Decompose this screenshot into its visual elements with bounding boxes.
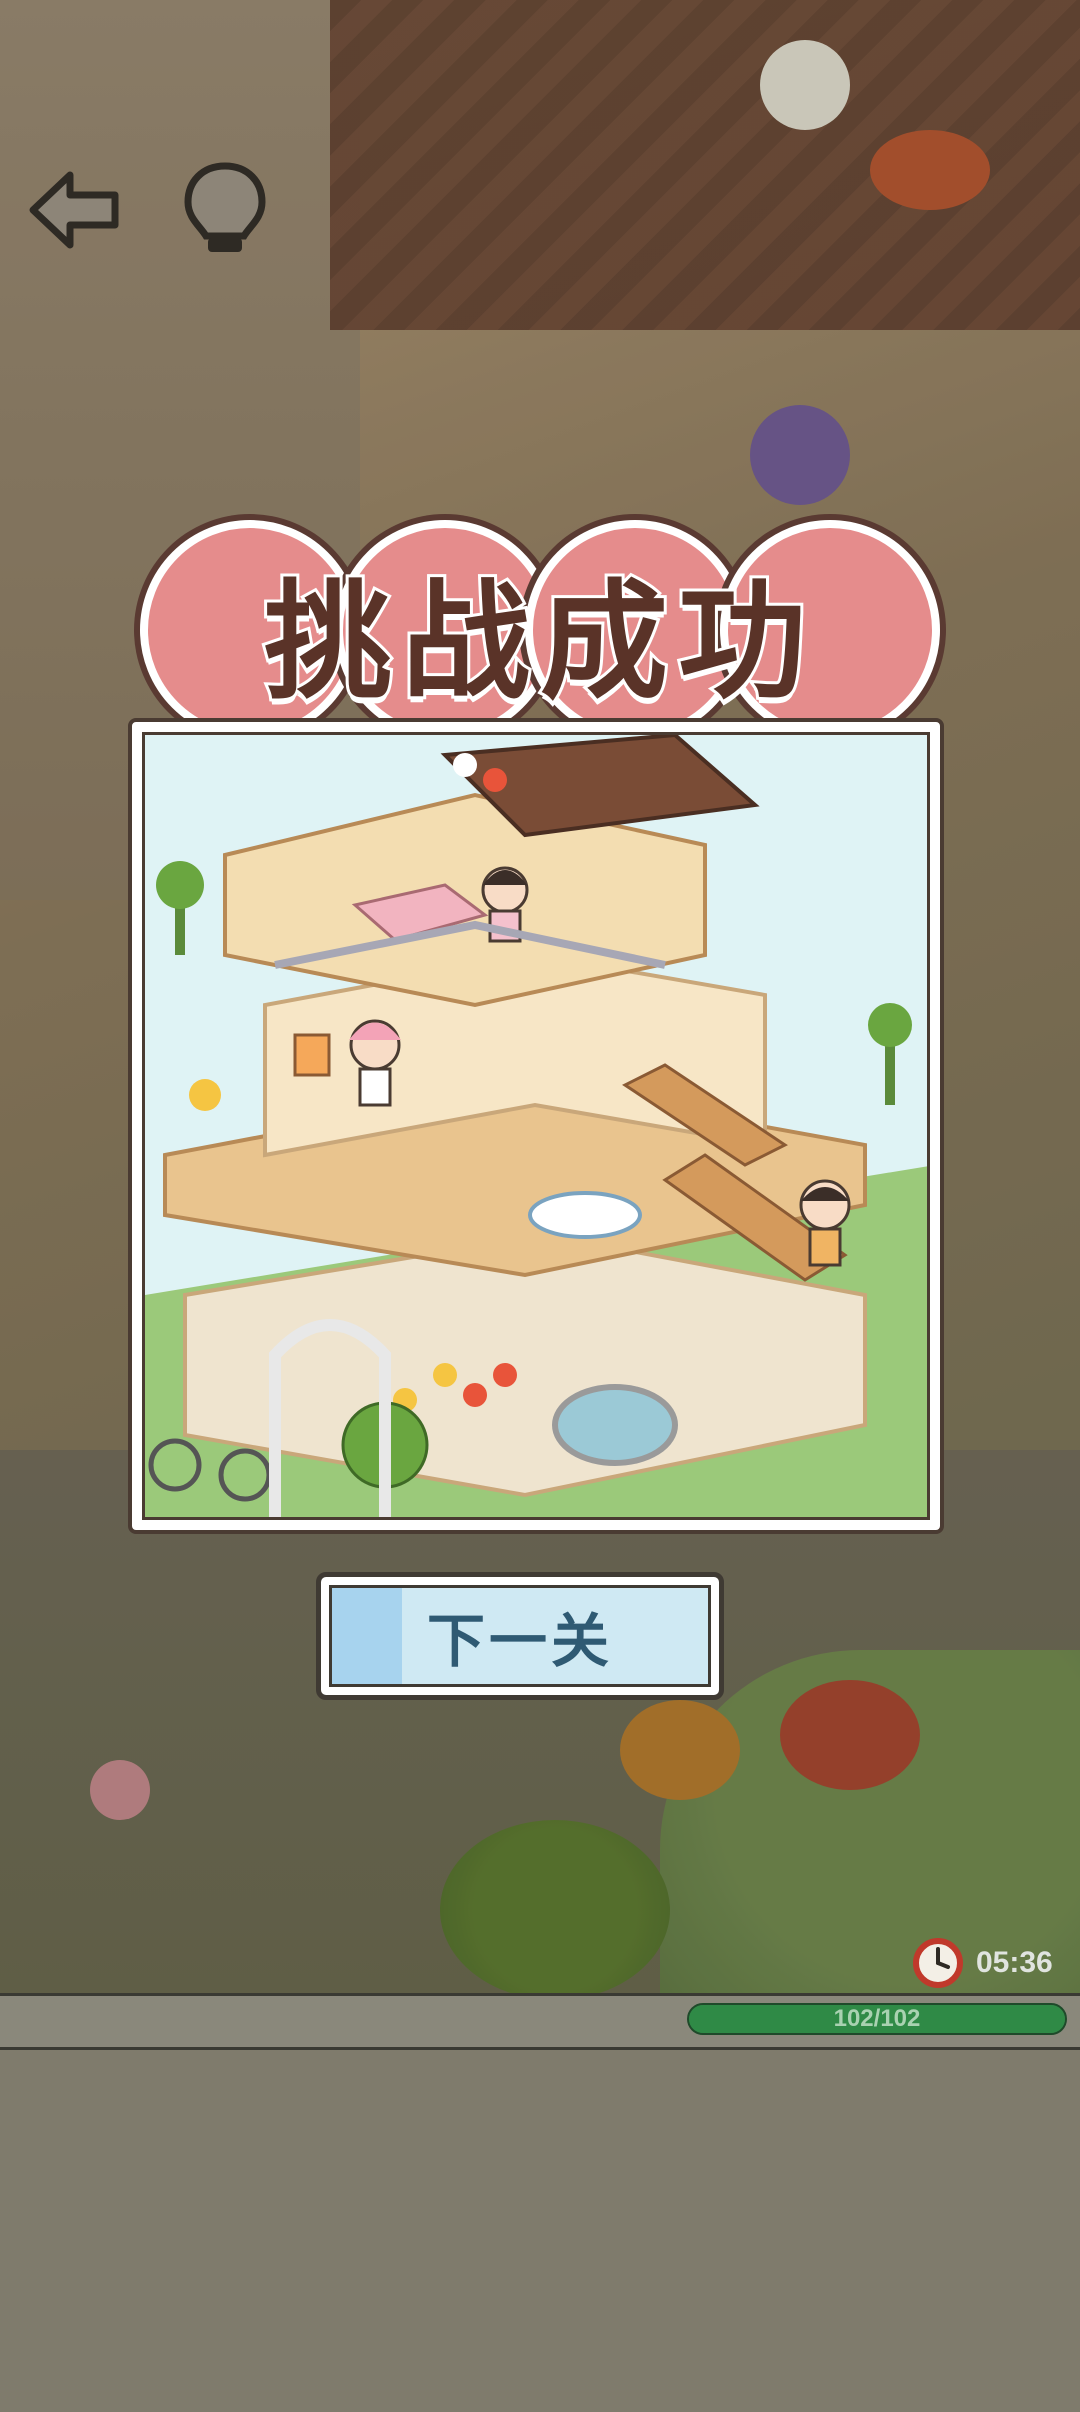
clock-icon	[913, 1937, 963, 1988]
level-timer: 05:36	[912, 1935, 1053, 1990]
hint-button[interactable]	[170, 155, 280, 265]
lightbulb-icon	[184, 162, 266, 252]
completed-scene-card	[128, 718, 944, 1534]
next-level-label: 下一关	[426, 1607, 613, 1675]
next-level-button-face: 下一关	[329, 1585, 711, 1687]
button-stripe	[332, 1588, 402, 1684]
divider	[0, 2047, 1080, 2050]
completed-scene-image	[142, 732, 930, 1520]
progress-bar: 102/102	[687, 2003, 1067, 2035]
house-illustration	[145, 735, 927, 1517]
back-arrow-icon	[29, 171, 119, 249]
success-title-banner: 挑战成功	[140, 520, 940, 740]
timer-text: 05:36	[976, 1945, 1053, 1979]
next-level-button[interactable]: 下一关	[316, 1572, 724, 1700]
back-button[interactable]	[20, 155, 130, 265]
success-title: 挑战成功	[261, 565, 816, 720]
progress-text: 102/102	[833, 2005, 921, 2032]
